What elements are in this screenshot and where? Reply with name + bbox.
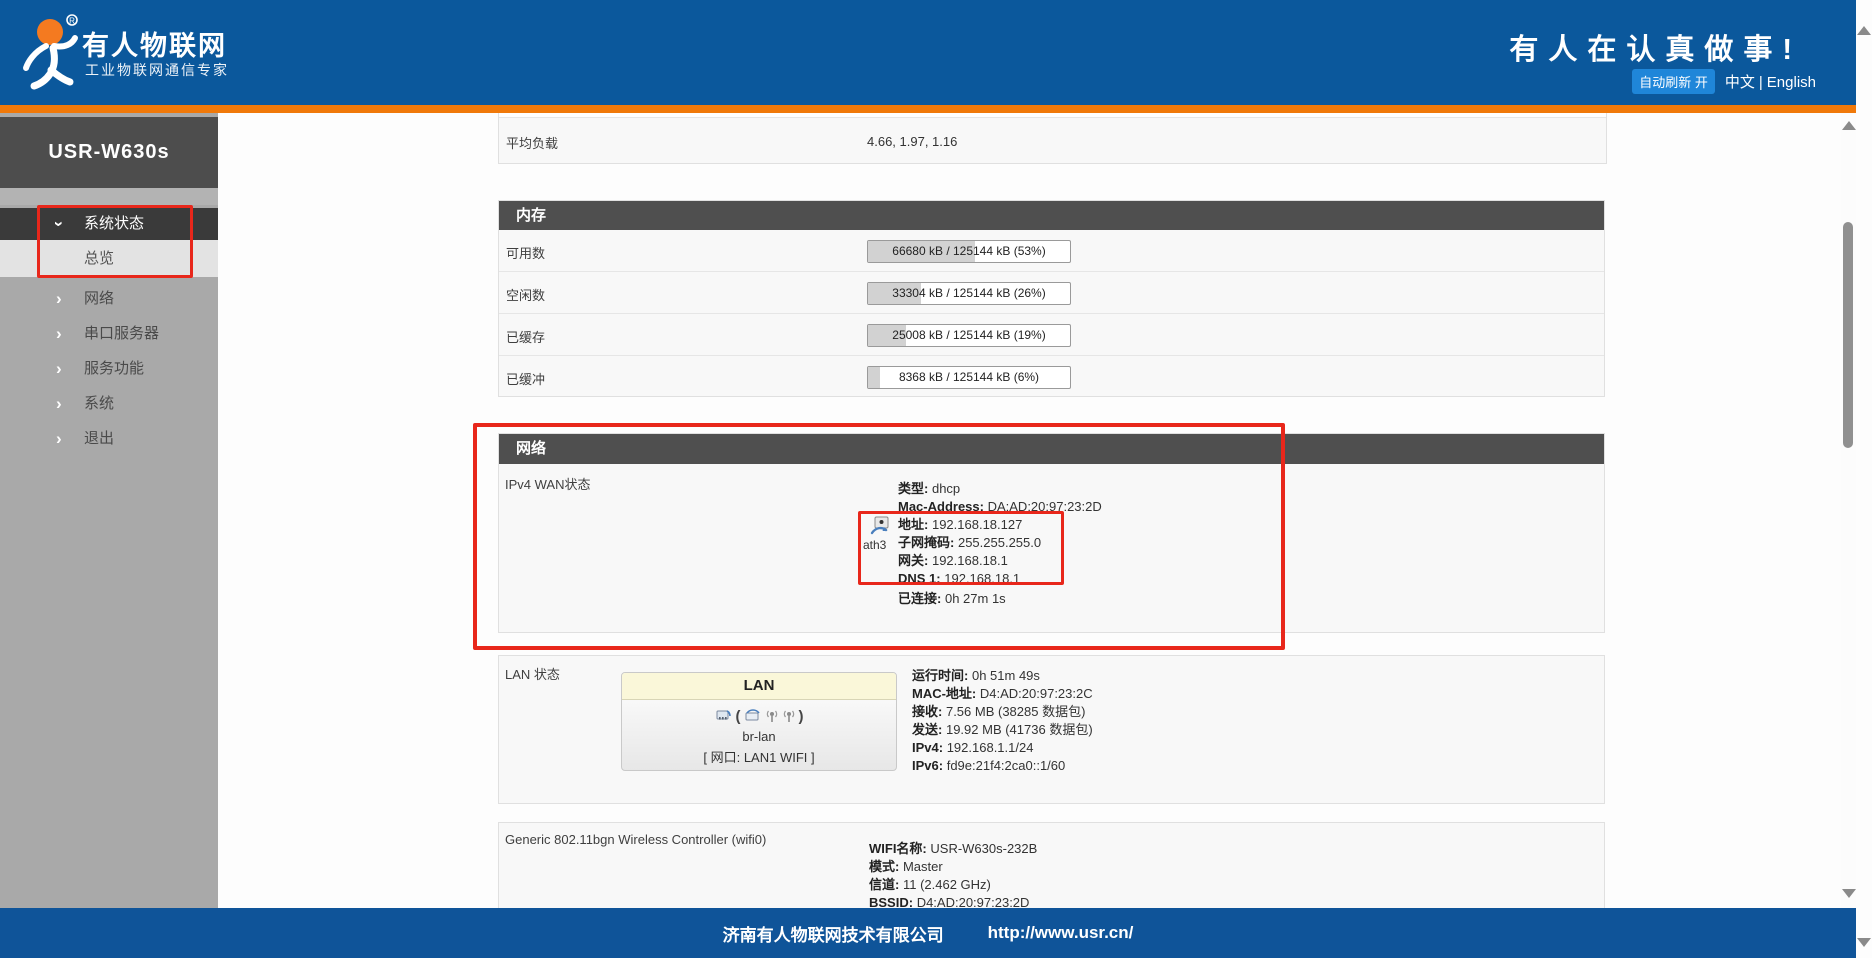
- lan-ipv6-line: IPv6: fd9e:21f4:2ca0::1/60: [912, 757, 1065, 775]
- lan-status-label: LAN 状态: [505, 664, 560, 683]
- wan-type-line: 类型: dhcp: [898, 480, 960, 498]
- sidebar-item-label: 网络: [84, 281, 114, 316]
- wan-gateway-line: 网关: 192.168.18.1: [898, 552, 1008, 570]
- load-value: 4.66, 1.97, 1.16: [867, 133, 957, 151]
- usr-logo-person-icon: R: [20, 10, 84, 94]
- load-label: 平均负载: [506, 133, 558, 152]
- device-model-title: USR-W630s: [0, 117, 218, 188]
- sidebar: USR-W630s › 系统状态 总览 › 网络 › 串口服务器 › 服务功能 …: [0, 113, 218, 908]
- switch-icon: [715, 708, 733, 724]
- load-table: 平均负载 4.66, 1.97, 1.16: [498, 113, 1607, 164]
- svg-text:R: R: [69, 17, 75, 26]
- lan-box: LAN (: [621, 672, 897, 771]
- wan-status-label: IPv4 WAN状态: [505, 474, 590, 493]
- lan-rx-line: 接收: 7.56 MB (38285 数据包): [912, 703, 1085, 721]
- top-header-bar: R 有人物联网 工业物联网通信专家 有人在认真做事! 自动刷新 开 中文|Eng…: [0, 0, 1856, 105]
- network-section-title: 网络: [499, 434, 1604, 464]
- sidebar-item-label: 服务功能: [84, 351, 144, 386]
- sidebar-item-label: 系统: [84, 386, 114, 421]
- wifi-ssid-line: WIFI名称: USR-W630s-232B: [869, 840, 1037, 858]
- memory-progressbar: 8368 kB / 125144 kB (6%): [867, 366, 1071, 389]
- sidebar-item-label: 退出: [84, 421, 114, 456]
- paren-close: ): [799, 708, 804, 725]
- network-section: 网络 IPv4 WAN状态 类型: dhcp Mac-Address: DA:A…: [498, 433, 1605, 633]
- brand-subtitle: 工业物联网通信专家: [85, 60, 229, 80]
- auto-refresh-toggle[interactable]: 自动刷新 开: [1632, 69, 1715, 94]
- router-admin-page: R 有人物联网 工业物联网通信专家 有人在认真做事! 自动刷新 开 中文|Eng…: [0, 0, 1872, 958]
- wifi-channel-line: 信道: 11 (2.462 GHz): [869, 876, 991, 894]
- lan-mac-line: MAC-地址: D4:AD:20:97:23:2C: [912, 685, 1093, 703]
- sidebar-item-label: 总览: [84, 240, 114, 277]
- wireless-antenna-icon: [782, 708, 796, 724]
- memory-row-label: 可用数: [506, 243, 545, 262]
- brand-title: 有人物联网: [82, 24, 227, 63]
- scroll-down-arrow-icon[interactable]: [1842, 889, 1856, 898]
- sidebar-item-network[interactable]: › 网络: [0, 281, 218, 316]
- memory-row-label: 空闲数: [506, 285, 545, 304]
- orange-accent-bar: [0, 105, 1856, 113]
- footer-bar: 济南有人物联网技术有限公司 http://www.usr.cn/: [0, 908, 1856, 958]
- lan-box-title: LAN: [622, 673, 896, 700]
- lang-en-link[interactable]: English: [1767, 74, 1816, 91]
- lan-section: LAN 状态 LAN (: [498, 655, 1605, 804]
- chevron-right-icon: ›: [56, 351, 62, 386]
- memory-row-label: 已缓存: [506, 327, 545, 346]
- wifi-controller-label: Generic 802.11bgn Wireless Controller (w…: [505, 832, 766, 847]
- lang-separator: |: [1755, 74, 1767, 91]
- scroll-up-arrow-icon[interactable]: [1857, 26, 1871, 35]
- chevron-right-icon: ›: [56, 386, 62, 421]
- wifi-mode-line: 模式: Master: [869, 858, 943, 876]
- lan-tx-line: 发送: 19.92 MB (41736 数据包): [912, 721, 1093, 739]
- chevron-right-icon: ›: [56, 281, 62, 316]
- window-scrollbar[interactable]: [1856, 0, 1872, 958]
- memory-progressbar: 33304 kB / 125144 kB (26%): [867, 282, 1071, 305]
- lan-ports: [ 网口: LAN1 WIFI ]: [622, 747, 896, 766]
- chevron-down-icon: ›: [43, 221, 75, 227]
- memory-section-title: 内存: [499, 201, 1604, 230]
- sidebar-item-services[interactable]: › 服务功能: [0, 351, 218, 386]
- wan-netmask-line: 子网掩码: 255.255.255.0: [898, 534, 1041, 552]
- lang-zh-link[interactable]: 中文: [1725, 74, 1755, 91]
- chevron-right-icon: ›: [56, 421, 62, 456]
- scroll-up-arrow-icon[interactable]: [1842, 121, 1856, 130]
- memory-row-label: 已缓冲: [506, 369, 545, 388]
- wan-connected-line: 已连接: 0h 27m 1s: [898, 590, 1006, 608]
- sidebar-item-serial-server[interactable]: › 串口服务器: [0, 316, 218, 351]
- sidebar-divider-strip: [0, 188, 218, 205]
- memory-section: 内存 可用数 66680 kB / 125144 kB (53%) 空闲数 33…: [498, 200, 1605, 397]
- sidebar-item-system-status[interactable]: › 系统状态: [0, 208, 218, 240]
- lan-ipv4-line: IPv4: 192.168.1.1/24: [912, 739, 1033, 757]
- sidebar-item-overview[interactable]: 总览: [0, 240, 218, 277]
- content-scrollbar[interactable]: [1841, 113, 1856, 908]
- bridge-icon: [744, 708, 762, 724]
- wan-mac-line: Mac-Address: DA:AD:20:97:23:2D: [898, 498, 1102, 516]
- wan-interface-icon: [870, 516, 892, 536]
- sidebar-item-label: 串口服务器: [84, 316, 159, 351]
- sidebar-item-label: 系统状态: [84, 208, 144, 240]
- wireless-antenna-icon: [765, 708, 779, 724]
- footer-url-link[interactable]: http://www.usr.cn/: [988, 923, 1134, 943]
- sidebar-item-system[interactable]: › 系统: [0, 386, 218, 421]
- scroll-down-arrow-icon[interactable]: [1857, 938, 1871, 947]
- wifi-section: Generic 802.11bgn Wireless Controller (w…: [498, 822, 1605, 909]
- lan-interface-icons: ( ): [622, 705, 896, 727]
- scrollbar-thumb[interactable]: [1843, 222, 1853, 448]
- lan-uptime-line: 运行时间: 0h 51m 49s: [912, 667, 1040, 685]
- sidebar-item-logout[interactable]: › 退出: [0, 421, 218, 456]
- chevron-right-icon: ›: [56, 316, 62, 351]
- memory-progressbar: 66680 kB / 125144 kB (53%): [867, 240, 1071, 263]
- header-slogan: 有人在认真做事!: [1509, 26, 1802, 68]
- memory-progressbar: 25008 kB / 125144 kB (19%): [867, 324, 1071, 347]
- footer-company: 济南有人物联网技术有限公司: [723, 921, 944, 946]
- lan-bridge-name: br-lan: [622, 729, 896, 744]
- wan-dns-line: DNS 1: 192.168.18.1: [898, 570, 1020, 588]
- wan-address-line: 地址: 192.168.18.127: [898, 516, 1022, 534]
- paren-open: (: [736, 708, 741, 725]
- wan-interface-name: ath3: [863, 538, 886, 552]
